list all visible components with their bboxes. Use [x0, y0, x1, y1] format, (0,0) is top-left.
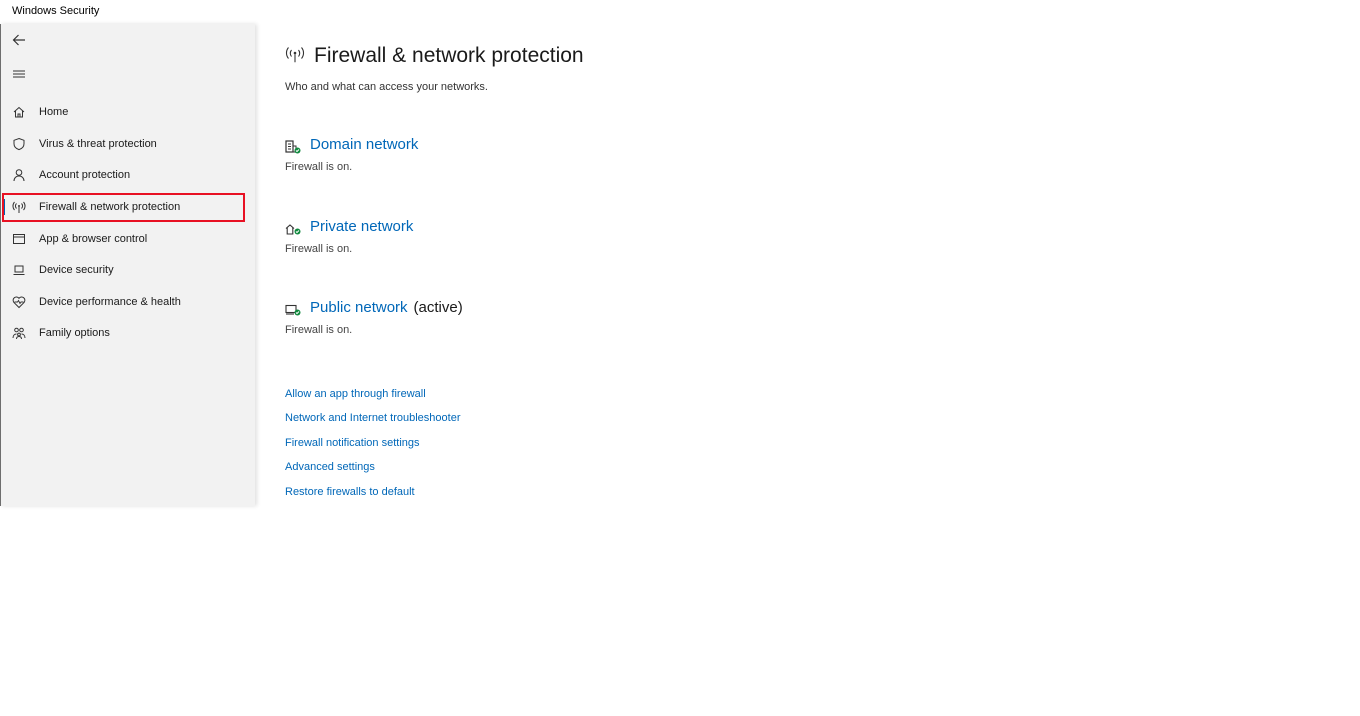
browser-window-icon [11, 231, 27, 247]
menu-button[interactable] [7, 62, 31, 86]
network-name: Private network [310, 218, 414, 235]
windows-security-window: Windows Security Home Virus & threat pro… [0, 0, 1360, 506]
allow-app-link[interactable]: Allow an app through firewall [285, 388, 426, 400]
domain-network-icon [285, 140, 301, 159]
person-icon [11, 167, 27, 183]
sidebar-item-label: Device security [39, 264, 114, 276]
network-status: Firewall is on. [285, 324, 353, 336]
antenna-icon [11, 199, 27, 215]
public-network-link[interactable]: Public network (active) [310, 299, 463, 316]
shield-icon [11, 136, 27, 152]
window-title: Windows Security [12, 5, 100, 17]
sidebar-item-app-browser[interactable]: App & browser control [1, 224, 255, 254]
laptop-icon [11, 262, 27, 278]
troubleshooter-link[interactable]: Network and Internet troubleshooter [285, 412, 461, 424]
title-bar: Windows Security [0, 0, 1360, 24]
sidebar-item-firewall[interactable]: Firewall & network protection [1, 192, 255, 222]
network-status: Firewall is on. [285, 161, 353, 173]
private-network-icon [285, 222, 301, 241]
home-icon [11, 104, 27, 120]
public-network-icon [285, 303, 301, 322]
sidebar-item-label: Account protection [39, 169, 131, 181]
sidebar-item-device-performance[interactable]: Device performance & health [1, 287, 255, 317]
sidebar-item-label: Firewall & network protection [39, 201, 181, 213]
sidebar-item-label: Family options [39, 327, 110, 339]
advanced-settings-link[interactable]: Advanced settings [285, 461, 375, 473]
back-arrow-icon [12, 34, 25, 46]
notification-settings-link[interactable]: Firewall notification settings [285, 437, 420, 449]
sidebar: Home Virus & threat protection Account p… [0, 24, 255, 506]
private-network-link[interactable]: Private network [310, 218, 413, 235]
sidebar-item-label: Virus & threat protection [39, 138, 157, 150]
sidebar-item-label: Home [39, 106, 69, 118]
sidebar-item-virus-threat[interactable]: Virus & threat protection [1, 129, 255, 159]
sidebar-item-home[interactable]: Home [1, 97, 255, 127]
antenna-icon [285, 46, 305, 69]
network-name: Domain network [310, 136, 419, 153]
restore-defaults-link[interactable]: Restore firewalls to default [285, 486, 415, 498]
family-icon [11, 325, 27, 341]
network-status: Firewall is on. [285, 243, 353, 255]
sidebar-item-device-security[interactable]: Device security [1, 255, 255, 285]
hamburger-icon [13, 70, 25, 78]
domain-network-link[interactable]: Domain network [310, 136, 418, 153]
page-title: Firewall & network protection [314, 44, 584, 67]
sidebar-item-account[interactable]: Account protection [1, 160, 255, 190]
back-button[interactable] [7, 28, 31, 52]
sidebar-item-family[interactable]: Family options [1, 318, 255, 348]
network-name: Public network [310, 299, 408, 316]
sidebar-item-label: Device performance & health [39, 296, 181, 308]
page-subtitle: Who and what can access your networks. [285, 81, 488, 93]
active-label: (active) [413, 299, 463, 316]
sidebar-item-label: App & browser control [39, 233, 148, 245]
heart-pulse-icon [11, 294, 27, 310]
